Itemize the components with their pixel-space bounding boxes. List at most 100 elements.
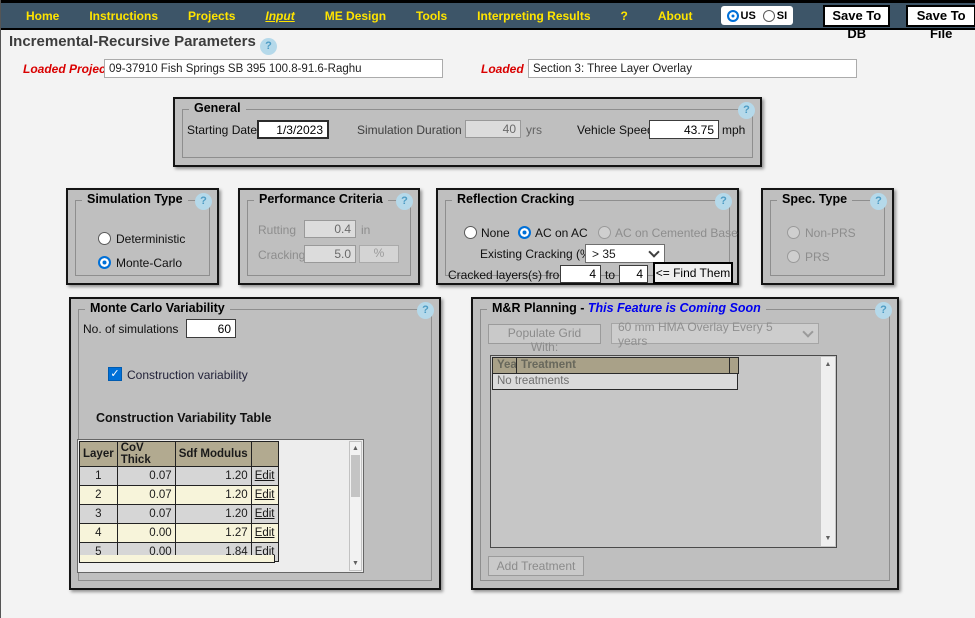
- general-help-icon[interactable]: ?: [738, 102, 755, 119]
- loaded-project-field[interactable]: [104, 59, 443, 78]
- monte-carlo-radio-icon[interactable]: [98, 256, 111, 269]
- scrollbar-thumb[interactable]: [351, 455, 360, 497]
- populate-grid-select: 60 mm HMA Overlay Every 5 years: [611, 320, 819, 348]
- deterministic-label: Deterministic: [116, 232, 186, 246]
- save-to-file-button[interactable]: Save To File: [906, 4, 975, 41]
- add-treatment-button: Add Treatment: [488, 556, 584, 576]
- prs-radio-icon: [787, 250, 800, 263]
- non-prs-radio-icon: [787, 226, 800, 239]
- duration-unit-label: yrs: [526, 123, 542, 137]
- table-row: 4 0.00 1.27 Edit: [79, 523, 279, 543]
- table-row: 3 0.07 1.20 Edit: [79, 504, 279, 524]
- cracked-to-label: to: [605, 268, 616, 282]
- edit-link[interactable]: Edit: [255, 470, 275, 482]
- performance-criteria-legend: Performance Criteria: [254, 192, 388, 206]
- performance-criteria-fieldset-border: [247, 200, 411, 276]
- monte-carlo-help-icon[interactable]: ?: [417, 302, 434, 319]
- loaded-project-label: Loaded Project:: [23, 62, 114, 76]
- existing-cracking-label: Existing Cracking (%): [480, 247, 595, 261]
- simulation-duration-label: Simulation Duration: [357, 123, 462, 137]
- spec-type-help-icon[interactable]: ?: [870, 193, 887, 210]
- nav-item-input[interactable]: Input: [265, 9, 294, 23]
- save-to-db-button[interactable]: Save To DB: [823, 4, 891, 41]
- num-simulations-field[interactable]: [186, 319, 236, 338]
- construction-table-container: Layer CoV Thick Sdf Modulus 1 0.07 1.20 …: [77, 439, 364, 573]
- nav-item-help[interactable]: ?: [621, 9, 628, 23]
- construction-variability-table: Layer CoV Thick Sdf Modulus 1 0.07 1.20 …: [79, 441, 279, 562]
- nav-item-projects[interactable]: Projects: [188, 9, 235, 23]
- edit-link[interactable]: Edit: [255, 508, 275, 520]
- nav-item-about[interactable]: About: [658, 9, 693, 23]
- grid-header-treatment: Treatment: [516, 357, 730, 374]
- starting-date-field[interactable]: [257, 120, 329, 139]
- rutting-field: [304, 220, 356, 238]
- loaded-trial-field[interactable]: [528, 59, 857, 78]
- treatment-grid: Year Treatment No treatments ▲ ▼: [490, 355, 837, 548]
- cell-sdf: 1.20: [174, 504, 252, 524]
- existing-cracking-select[interactable]: > 35: [585, 244, 665, 263]
- starting-date-label: Starting Date: [187, 123, 258, 137]
- ac-on-cemented-radio-icon: [598, 226, 611, 239]
- populate-grid-button: Populate Grid With:: [488, 324, 601, 354]
- none-radio-icon[interactable]: [464, 226, 477, 239]
- cracking-field: [304, 245, 356, 263]
- nav-item-instructions[interactable]: Instructions: [89, 9, 158, 23]
- mr-planning-help-icon[interactable]: ?: [875, 302, 892, 319]
- simulation-type-help-icon[interactable]: ?: [195, 193, 212, 210]
- cell-sdf: 1.27: [174, 523, 252, 543]
- table-row-partial: [79, 555, 275, 563]
- reflection-cracking-help-icon[interactable]: ?: [715, 193, 732, 210]
- table-row: 2 0.07 1.20 Edit: [79, 485, 279, 505]
- vehicle-speed-label: Vehicle Speed: [577, 123, 654, 137]
- scroll-up-icon[interactable]: ▲: [821, 359, 835, 370]
- col-header-layer: Layer: [79, 441, 118, 467]
- cracking-label: Cracking: [258, 248, 306, 262]
- mr-planning-legend: M&R Planning - This Feature is Coming So…: [487, 301, 766, 315]
- performance-criteria-panel: Performance Criteria ? Rutting in Cracki…: [238, 188, 420, 285]
- monte-carlo-label: Monte-Carlo: [116, 256, 183, 270]
- cell-cov: 0.07: [116, 466, 176, 486]
- chevron-down-icon: [648, 245, 660, 258]
- chevron-down-icon: [802, 325, 814, 338]
- cracked-to-field[interactable]: [619, 265, 648, 283]
- nav-item-tools[interactable]: Tools: [416, 9, 447, 23]
- general-legend: General: [189, 101, 246, 115]
- vehicle-speed-field[interactable]: [649, 120, 719, 139]
- nav-item-home[interactable]: Home: [26, 9, 59, 23]
- coming-soon-text: This Feature is Coming Soon: [587, 301, 761, 315]
- simulation-type-legend: Simulation Type: [82, 192, 188, 206]
- us-label: US: [740, 9, 756, 22]
- non-prs-label: Non-PRS: [805, 226, 856, 240]
- ac-on-ac-radio-icon[interactable]: [518, 226, 531, 239]
- page-help-icon[interactable]: ?: [259, 38, 277, 55]
- cracked-from-field[interactable]: [560, 265, 601, 283]
- performance-criteria-help-icon[interactable]: ?: [396, 193, 413, 210]
- simulation-type-panel: Simulation Type ? Deterministic Monte-Ca…: [66, 188, 219, 285]
- deterministic-radio-icon[interactable]: [98, 232, 111, 245]
- table-header-row: Layer CoV Thick Sdf Modulus: [79, 441, 279, 467]
- nav-item-interpreting-results[interactable]: Interpreting Results: [477, 9, 590, 23]
- edit-link[interactable]: Edit: [255, 489, 275, 501]
- construction-table-title: Construction Variability Table: [96, 411, 272, 425]
- si-radio-option[interactable]: SI: [762, 9, 787, 22]
- simulation-duration-field: [465, 120, 521, 138]
- us-radio-option[interactable]: US: [726, 9, 756, 22]
- cell-cov: 0.00: [116, 523, 176, 543]
- find-them-button[interactable]: <= Find Them: [653, 262, 733, 284]
- cell-layer: 2: [79, 485, 118, 505]
- table-row: 1 0.07 1.20 Edit: [79, 466, 279, 486]
- construction-table-scrollbar[interactable]: ▲ ▼: [349, 441, 362, 571]
- col-header-edit: [250, 441, 279, 467]
- scroll-down-icon[interactable]: ▼: [350, 558, 361, 569]
- cracking-unit-selector: %: [359, 245, 399, 263]
- us-radio-icon: [726, 9, 739, 22]
- ac-on-ac-label: AC on AC: [535, 226, 588, 240]
- cracked-layers-label: Cracked layers(s) from: [448, 268, 570, 282]
- nav-item-me-design[interactable]: ME Design: [325, 9, 386, 23]
- scroll-up-icon[interactable]: ▲: [350, 443, 361, 454]
- construction-variability-checkbox[interactable]: ✓: [108, 367, 122, 381]
- cell-sdf: 1.20: [174, 485, 252, 505]
- scroll-down-icon[interactable]: ▼: [821, 533, 835, 544]
- treatment-grid-scrollbar[interactable]: ▲ ▼: [821, 357, 835, 546]
- edit-link[interactable]: Edit: [255, 527, 275, 539]
